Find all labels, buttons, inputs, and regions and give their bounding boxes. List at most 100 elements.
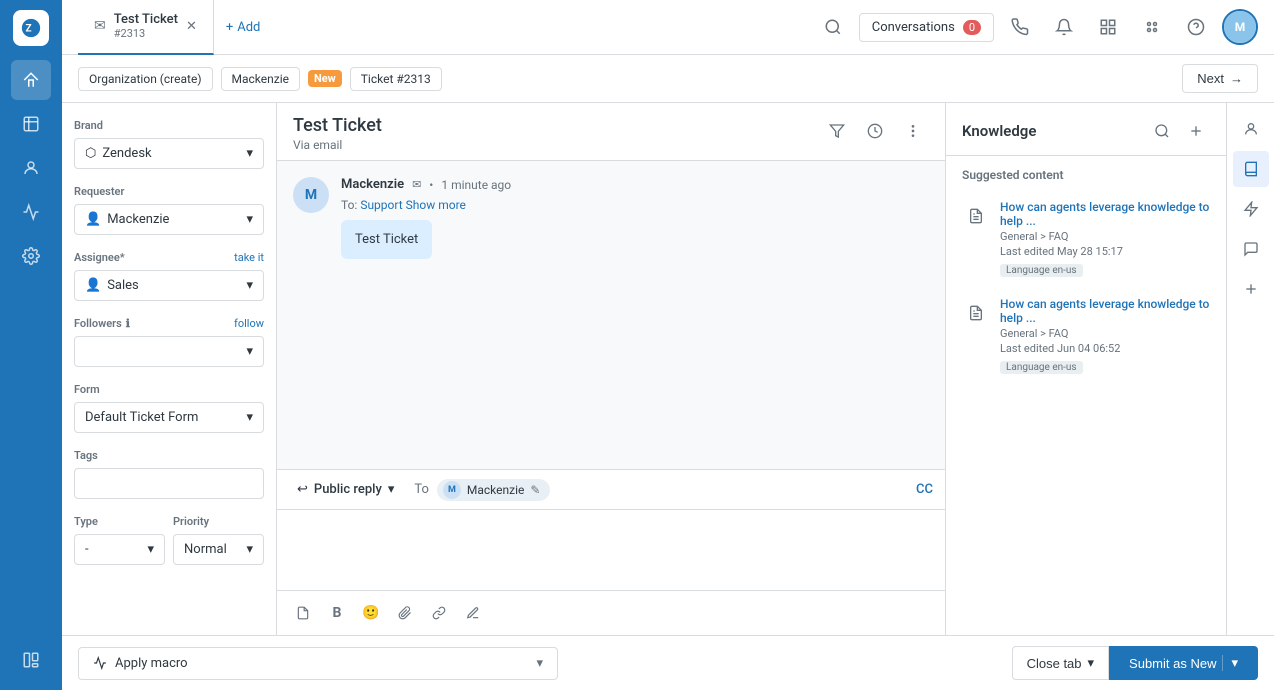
bottom-bar: Apply macro ▾ Close tab ▾ Submit as New …	[62, 635, 1274, 690]
history-icon[interactable]	[859, 115, 891, 147]
top-bar-right: Conversations 0 M	[815, 9, 1258, 45]
close-tab-button[interactable]: Close tab ▾	[1012, 646, 1109, 680]
knowledge-article-icon-2	[962, 299, 990, 327]
active-tab[interactable]: ✉ Test Ticket #2313 ✕	[78, 0, 214, 55]
take-it-link[interactable]: take it	[234, 251, 264, 264]
notifications-icon[interactable]	[1046, 9, 1082, 45]
next-button[interactable]: Next →	[1182, 64, 1258, 93]
breadcrumb-right: Next →	[1182, 64, 1258, 93]
message-content: Mackenzie ✉ • 1 minute ago To: Support S…	[341, 177, 929, 259]
type-field-group: Type - ▾	[74, 515, 165, 565]
signature-icon[interactable]	[459, 599, 487, 627]
right-nav-ai-icon[interactable]	[1233, 191, 1269, 227]
user-icon: 👤	[85, 212, 101, 227]
knowledge-add-icon[interactable]	[1182, 117, 1210, 145]
filter-icon[interactable]	[821, 115, 853, 147]
show-more-link[interactable]: Show more	[406, 198, 466, 212]
link-icon[interactable]	[425, 599, 453, 627]
add-tab-btn[interactable]: + Add	[214, 20, 273, 35]
tab-close-btn[interactable]: ✕	[186, 19, 197, 34]
requester-select[interactable]: 👤 Mackenzie ▾	[74, 204, 264, 235]
apply-macro-chevron: ▾	[536, 656, 543, 671]
user-avatar[interactable]: M	[1224, 11, 1256, 43]
nav-icon-templates[interactable]	[11, 640, 51, 680]
apply-macro-button[interactable]: Apply macro ▾	[78, 647, 558, 680]
suggested-label: Suggested content	[946, 156, 1226, 190]
user-avatar-ring[interactable]: M	[1222, 9, 1258, 45]
tags-field-group: Tags	[74, 449, 264, 499]
followers-label: Followers ℹ follow	[74, 317, 264, 330]
reply-toolbar: B 🙂	[277, 590, 945, 635]
message-time: 1 minute ago	[441, 178, 511, 192]
search-icon[interactable]	[815, 9, 851, 45]
reply-type-button[interactable]: ↩ Public reply ▾	[289, 478, 402, 501]
apps-icon[interactable]	[1134, 9, 1170, 45]
phone-icon[interactable]	[1002, 9, 1038, 45]
app-logo[interactable]: Z	[13, 10, 49, 46]
knowledge-item-2[interactable]: How can agents leverage knowledge to hel…	[946, 287, 1226, 384]
knowledge-item-1[interactable]: How can agents leverage knowledge to hel…	[946, 190, 1226, 287]
assignee-field-group: Assignee* take it 👤 Sales ▾	[74, 251, 264, 301]
reply-cc-btn[interactable]: CC	[916, 482, 933, 497]
knowledge-search-icon[interactable]	[1148, 117, 1176, 145]
attachment-icon[interactable]	[391, 599, 419, 627]
requester-label: Requester	[74, 185, 264, 198]
bold-icon[interactable]: B	[323, 599, 351, 627]
submit-button[interactable]: Submit as New ▾	[1109, 646, 1258, 680]
language-badge-1: Language en-us	[1000, 264, 1083, 277]
knowledge-article-icon	[962, 202, 990, 230]
submit-arrow-icon: ▾	[1222, 655, 1238, 671]
left-sidebar: Brand ⬡ Zendesk ▾ Requester 👤 Mackenzie	[62, 103, 277, 635]
more-options-icon[interactable]	[897, 115, 929, 147]
reply-recipient-avatar: M	[443, 481, 461, 499]
brand-select[interactable]: ⬡ Zendesk ▾	[74, 138, 264, 169]
right-nav-profile-icon[interactable]	[1233, 111, 1269, 147]
assignee-icon: 👤	[85, 278, 101, 293]
reply-body[interactable]	[277, 510, 945, 590]
knowledge-item-category-2: General > FAQ	[1000, 327, 1210, 340]
nav-icon-reports[interactable]	[11, 192, 51, 232]
chevron-down-icon: ▾	[246, 344, 253, 359]
format-draft-icon[interactable]	[289, 599, 317, 627]
nav-icon-tickets[interactable]	[11, 104, 51, 144]
message-to: To: Support Show more	[341, 198, 929, 212]
close-tab-chevron: ▾	[1088, 655, 1095, 671]
reply-recipient-name: Mackenzie	[467, 483, 524, 497]
nav-icon-contacts[interactable]	[11, 148, 51, 188]
breadcrumb-contact[interactable]: Mackenzie	[221, 67, 300, 91]
brand-field-group: Brand ⬡ Zendesk ▾	[74, 119, 264, 169]
right-nav-add-icon[interactable]	[1233, 271, 1269, 307]
type-select[interactable]: - ▾	[74, 534, 165, 565]
help-icon[interactable]	[1178, 9, 1214, 45]
reply-recipient[interactable]: M Mackenzie ✎	[437, 479, 551, 501]
knowledge-item-date-2: Last edited Jun 04 06:52	[1000, 342, 1210, 355]
knowledge-header: Knowledge	[946, 103, 1226, 156]
grid-icon[interactable]	[1090, 9, 1126, 45]
edit-recipient-icon[interactable]: ✎	[530, 483, 540, 497]
form-select[interactable]: Default Ticket Form ▾	[74, 402, 264, 433]
reply-header: ↩ Public reply ▾ To M Mackenzie ✎ CC	[277, 470, 945, 510]
tags-input[interactable]	[74, 468, 264, 499]
conversations-button[interactable]: Conversations 0	[859, 13, 994, 42]
info-icon[interactable]: ℹ	[126, 317, 130, 330]
svg-text:Z: Z	[26, 24, 32, 35]
right-nav-knowledge-icon[interactable]	[1233, 151, 1269, 187]
content-area: Brand ⬡ Zendesk ▾ Requester 👤 Mackenzie	[62, 103, 1274, 635]
reply-type-chevron: ▾	[388, 482, 395, 497]
priority-select[interactable]: Normal ▾	[173, 534, 264, 565]
bottom-bar-right: Close tab ▾ Submit as New ▾	[1012, 646, 1258, 680]
reply-to-section: To M Mackenzie ✎	[414, 479, 550, 501]
type-priority-row: Type - ▾ Priority Normal ▾	[74, 515, 264, 581]
breadcrumb-org[interactable]: Organization (create)	[78, 67, 213, 91]
ticket-via: Via email	[293, 138, 382, 152]
right-nav-chat-icon[interactable]	[1233, 231, 1269, 267]
nav-icon-settings[interactable]	[11, 236, 51, 276]
main-area: ✉ Test Ticket #2313 ✕ + Add Conversation…	[62, 0, 1274, 690]
nav-icon-home[interactable]	[11, 60, 51, 100]
followers-select[interactable]: ▾	[74, 336, 264, 367]
follow-link[interactable]: follow	[234, 317, 264, 330]
emoji-icon[interactable]: 🙂	[357, 599, 385, 627]
followers-field-group: Followers ℹ follow ▾	[74, 317, 264, 367]
knowledge-title: Knowledge	[962, 122, 1036, 140]
assignee-select[interactable]: 👤 Sales ▾	[74, 270, 264, 301]
